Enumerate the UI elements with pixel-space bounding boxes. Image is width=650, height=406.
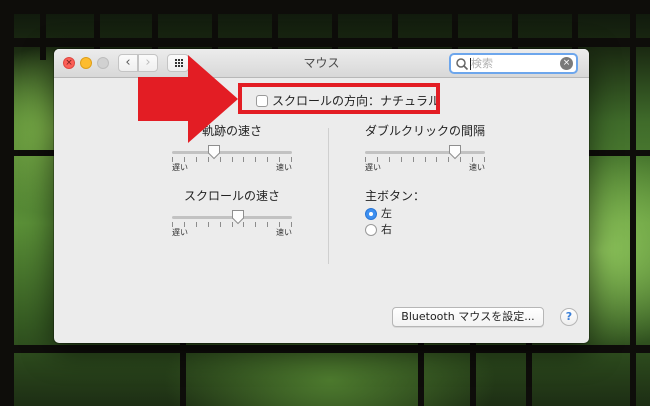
slider-tick (196, 157, 197, 162)
slider-tick (232, 157, 233, 162)
double-click-speed-slider[interactable]: 遅い 速い (365, 144, 485, 174)
slider-ticks (172, 157, 292, 162)
slider-tick (425, 157, 426, 162)
slider-min-label: 遅い (172, 163, 188, 172)
clear-search-icon[interactable]: × (560, 57, 573, 70)
slider-tick (220, 222, 221, 227)
slider-tick (267, 222, 268, 227)
primary-left-radio[interactable] (365, 208, 377, 220)
slider-ticks (365, 157, 485, 162)
double-click-speed-title: ダブルクリックの間隔 (365, 124, 486, 138)
primary-right-radio[interactable] (365, 224, 377, 236)
title-bar[interactable]: × ‹ › マウス 検索 × (54, 49, 589, 78)
search-placeholder: 検索 (471, 57, 493, 70)
slider-tick (255, 157, 256, 162)
slider-tick (401, 157, 402, 162)
slider-max-label: 速い (276, 163, 292, 172)
slider-knob[interactable] (448, 144, 462, 160)
red-arrow-annotation (138, 55, 238, 143)
search-field[interactable]: 検索 × (449, 53, 578, 74)
scrolling-speed-title: スクロールの速さ (183, 189, 280, 203)
scrolling-speed-slider[interactable]: 遅い 速い (172, 209, 292, 239)
slider-tick (389, 157, 390, 162)
slider-track (172, 151, 292, 154)
slider-max-label: 速い (469, 163, 485, 172)
tracking-speed-slider[interactable]: 遅い 速い (172, 144, 292, 174)
slider-knob[interactable] (207, 144, 221, 160)
slider-tick (255, 222, 256, 227)
slider-min-label: 遅い (172, 228, 188, 237)
highlight-box-annotation (238, 83, 440, 114)
slider-tick (208, 222, 209, 227)
slider-max-label: 速い (276, 228, 292, 237)
primary-button-title: 主ボタン： (365, 189, 426, 203)
slider-min-label: 遅い (365, 163, 381, 172)
primary-right-label: 右 (381, 223, 392, 236)
slider-tick (267, 157, 268, 162)
slider-track (365, 151, 485, 154)
slider-tick (436, 157, 437, 162)
slider-tick (243, 157, 244, 162)
slider-knob[interactable] (231, 209, 245, 225)
setup-bluetooth-mouse-button[interactable]: Bluetooth マウスを設定... (392, 307, 544, 327)
slider-tick (413, 157, 414, 162)
slider-tick (196, 222, 197, 227)
column-divider (328, 128, 329, 264)
search-icon (456, 58, 469, 71)
help-button[interactable]: ? (560, 308, 578, 326)
primary-left-label: 左 (381, 207, 392, 220)
